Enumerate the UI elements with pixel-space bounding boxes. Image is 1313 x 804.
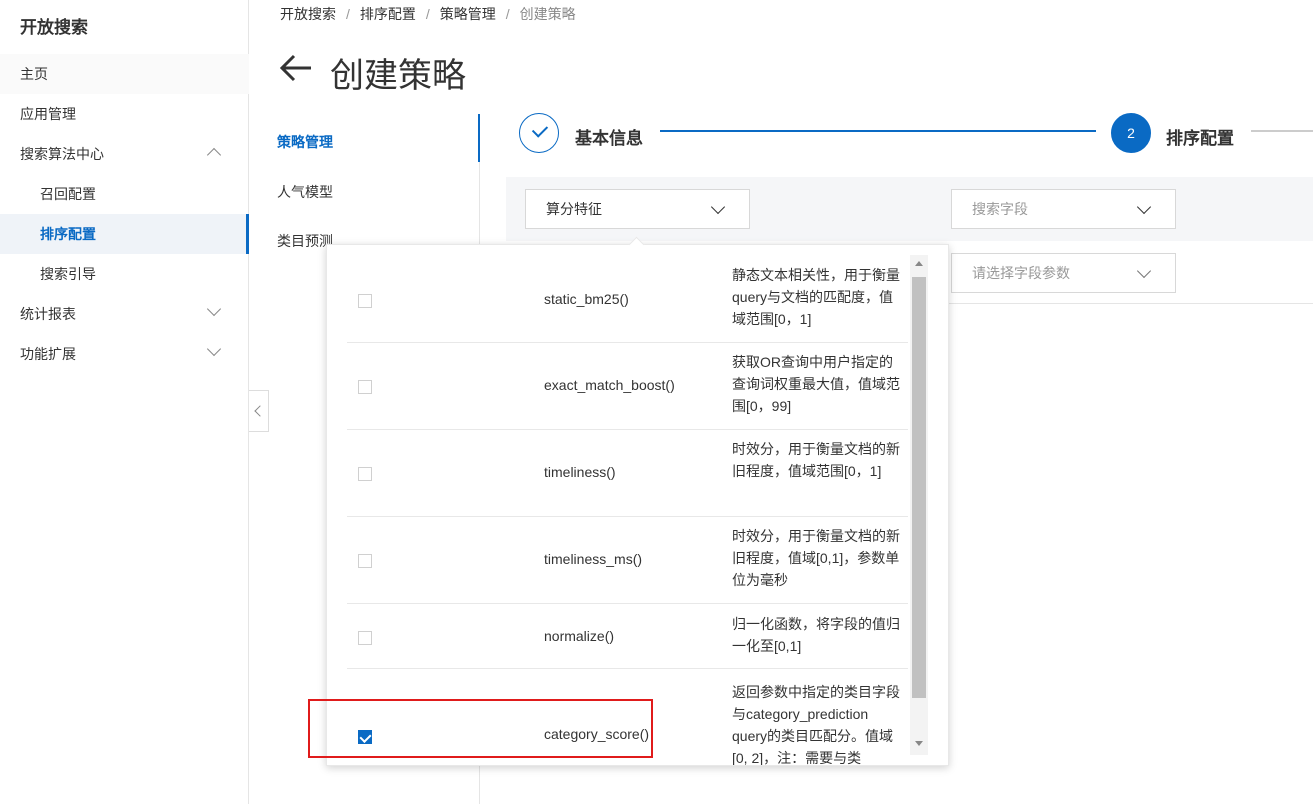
breadcrumb-item[interactable]: 排序配置 [360, 6, 416, 22]
list-item[interactable]: timeliness() 时效分，用于衡量文档的新旧程度，值域范围[0，1] [347, 430, 908, 517]
brand-title: 开放搜索 [20, 18, 88, 37]
function-description: 静态文本相关性，用于衡量query与文档的匹配度，值域范围[0，1] [732, 267, 900, 327]
sidebar-item-home[interactable]: 主页 [0, 54, 249, 94]
sidebar-item-label: 排序配置 [40, 226, 96, 242]
feature-dropdown: static_bm25() 静态文本相关性，用于衡量query与文档的匹配度，值… [326, 244, 949, 766]
sidebar-item-label: 召回配置 [40, 186, 96, 202]
breadcrumb: 开放搜索 / 排序配置 / 策略管理 / 创建策略 [280, 4, 576, 24]
row-checkbox[interactable] [358, 554, 372, 568]
function-name: static_bm25() [544, 291, 629, 307]
sidebar-item-search-guide[interactable]: 搜索引导 [0, 254, 249, 294]
feature-select-value: 算分特征 [546, 201, 602, 217]
step-connector-next [1251, 130, 1313, 132]
sidebar-item-label: 搜索引导 [40, 266, 96, 282]
function-description: 归一化函数，将字段的值归一化至[0,1] [732, 616, 900, 654]
sidebar: 开放搜索 主页 应用管理 搜索算法中心 召回配置 排序配置 搜索引导 统计报表 … [0, 0, 249, 804]
sidebar-item-reports[interactable]: 统计报表 [0, 294, 249, 334]
list-item[interactable]: timeliness_ms() 时效分，用于衡量文档的新旧程度，值域[0,1]，… [347, 517, 908, 604]
breadcrumb-separator: / [346, 6, 350, 22]
chevron-down-icon [1136, 263, 1152, 279]
sidebar-item-extensions[interactable]: 功能扩展 [0, 334, 249, 374]
function-description: 时效分，用于衡量文档的新旧程度，值域范围[0，1] [732, 441, 900, 479]
row-checkbox[interactable] [358, 631, 372, 645]
chevron-down-icon [710, 199, 726, 215]
subnav-category-prediction[interactable]: 类目预测 [277, 231, 333, 251]
breadcrumb-item[interactable]: 策略管理 [440, 6, 496, 22]
function-description: 返回参数中指定的类目字段与category_prediction query的类… [732, 684, 900, 766]
scroll-up-arrow-icon[interactable] [915, 261, 923, 266]
scroll-down-arrow-icon[interactable] [915, 741, 923, 746]
sidebar-item-label: 统计报表 [20, 306, 76, 322]
feature-select[interactable]: 算分特征 [525, 189, 750, 229]
chevron-down-icon [206, 341, 222, 357]
step-2-label: 排序配置 [1166, 129, 1234, 148]
chevron-up-icon [206, 147, 222, 163]
sidebar-item-label: 功能扩展 [20, 346, 76, 362]
sidebar-item-label: 主页 [20, 66, 48, 82]
annotation-highlight-box [308, 699, 653, 758]
sidebar-item-ranking-config[interactable]: 排序配置 [0, 214, 249, 254]
list-item[interactable]: normalize() 归一化函数，将字段的值归一化至[0,1] [347, 604, 908, 669]
list-item[interactable]: exact_match_boost() 获取OR查询中用户指定的查询词权重最大值… [347, 343, 908, 430]
param-select[interactable]: 请选择字段参数 [951, 253, 1176, 293]
scrollbar-thumb[interactable] [912, 277, 926, 698]
step-1-done-icon [519, 113, 559, 153]
row-checkbox[interactable] [358, 467, 372, 481]
breadcrumb-separator: / [425, 6, 430, 22]
function-name: normalize() [544, 628, 615, 644]
back-arrow-icon[interactable] [279, 54, 313, 82]
sidebar-item-label: 应用管理 [20, 106, 76, 122]
breadcrumb-current: 创建策略 [519, 6, 576, 22]
sidebar-collapse-button[interactable] [249, 390, 269, 432]
chevron-down-icon [206, 301, 222, 317]
step-connector [660, 130, 1096, 132]
function-name: timeliness() [544, 464, 616, 480]
chevron-down-icon [1136, 199, 1152, 215]
sidebar-item-recall-config[interactable]: 召回配置 [0, 174, 249, 214]
breadcrumb-item[interactable]: 开放搜索 [280, 6, 336, 22]
sidebar-item-app-management[interactable]: 应用管理 [0, 94, 249, 134]
page-title: 创建策略 [330, 57, 466, 95]
sidebar-item-search-algorithm[interactable]: 搜索算法中心 [0, 134, 249, 174]
function-name: exact_match_boost() [544, 377, 675, 393]
row-checkbox[interactable] [358, 294, 372, 308]
function-description: 获取OR查询中用户指定的查询词权重最大值，值域范围[0，99] [732, 354, 900, 414]
subnav-strategy-management[interactable]: 策略管理 [277, 132, 333, 152]
list-item[interactable]: static_bm25() 静态文本相关性，用于衡量query与文档的匹配度，值… [347, 255, 908, 343]
param-select-placeholder: 请选择字段参数 [972, 265, 1070, 281]
function-name: timeliness_ms() [544, 551, 643, 567]
field-select[interactable]: 搜索字段 [951, 189, 1176, 229]
row-checkbox[interactable] [358, 380, 372, 394]
breadcrumb-separator: / [505, 6, 510, 22]
subnav-popularity-model[interactable]: 人气模型 [277, 182, 333, 202]
field-select-placeholder: 搜索字段 [972, 201, 1028, 217]
function-description: 时效分，用于衡量文档的新旧程度，值域[0,1]，参数单位为毫秒 [732, 528, 900, 588]
subnav-active-indicator [478, 114, 480, 162]
step-1-label: 基本信息 [575, 129, 643, 148]
step-2-indicator: 2 [1111, 113, 1151, 153]
sidebar-item-label: 搜索算法中心 [20, 146, 104, 162]
